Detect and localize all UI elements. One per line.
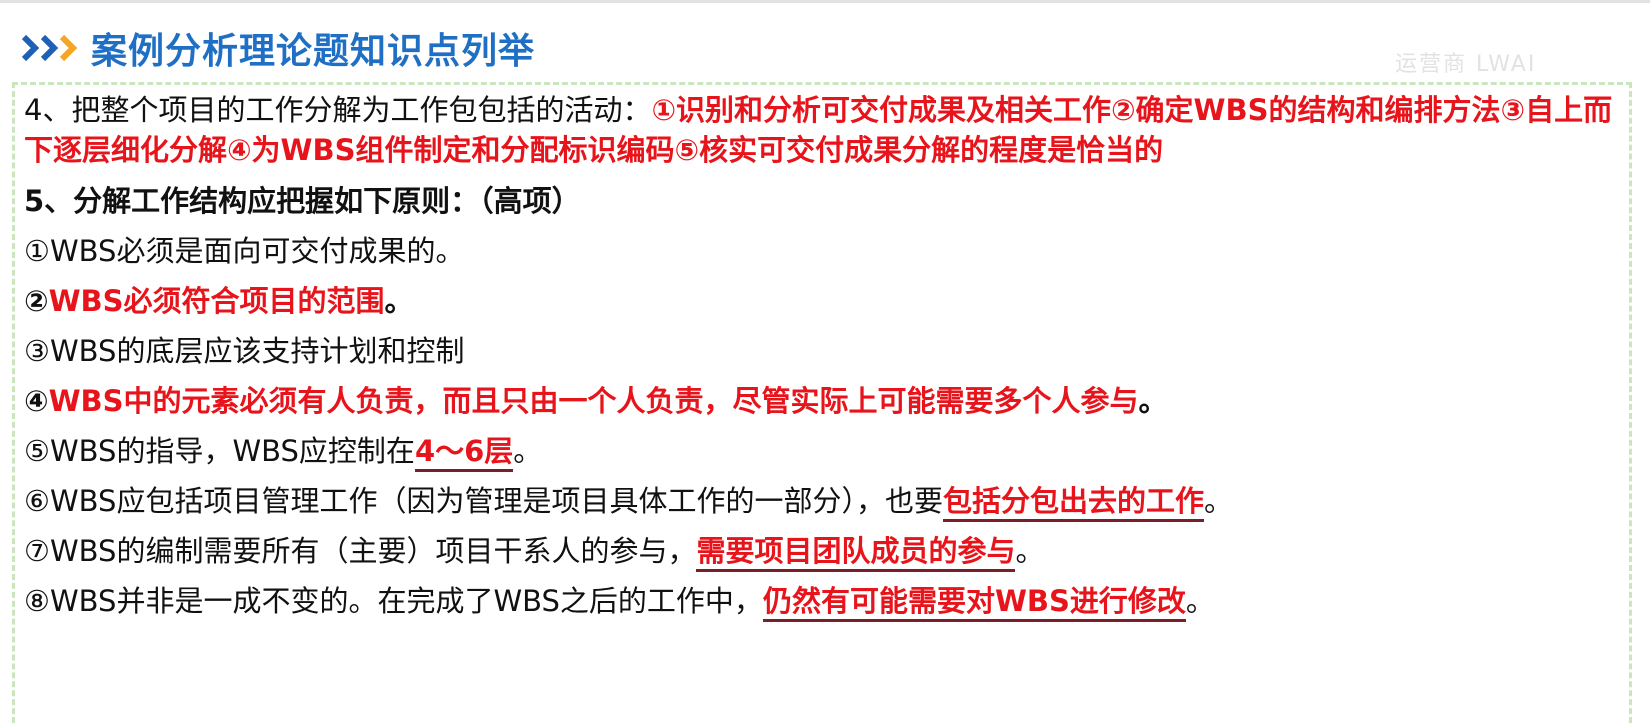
page-title: 案例分析理论题知识点列举 [91, 31, 536, 72]
principle-6-text: ⑥WBS应包括项目管理工作（因为管理是项目具体工作的一部分），也要 [24, 484, 943, 518]
slide-content: 4、把整个项目的工作分解为工作包包括的活动：①识别和分析可交付成果及相关工作②确… [24, 86, 1634, 626]
principle-8-highlight: 仍然有可能需要对WBS进行修改 [762, 584, 1186, 622]
principle-6-end: 。 [1203, 484, 1233, 518]
principle-7-end: 。 [1015, 534, 1045, 568]
principle-2-text: WBS必须符合项目的范围 [48, 284, 385, 318]
principle-6: ⑥WBS应包括项目管理工作（因为管理是项目具体工作的一部分），也要包括分包出去的… [24, 476, 1634, 526]
principle-4: ④WBS中的元素必须有人负责，而且只由一个人负责，尽管实际上可能需要多个人参与。 [24, 376, 1634, 426]
principle-4-end: 。 [1138, 384, 1168, 418]
principle-5: ⑤WBS的指导，WBS应控制在4～6层。 [24, 426, 1634, 476]
principle-6-highlight: 包括分包出去的工作 [942, 484, 1204, 522]
principle-3: ③WBS的底层应该支持计划和控制 [24, 326, 1634, 376]
principle-1: ①WBS必须是面向可交付成果的。 [24, 226, 1634, 276]
principle-4-text: WBS中的元素必须有人负责，而且只由一个人负责，尽管实际上可能需要多个人参与 [48, 384, 1139, 418]
principle-7-highlight: 需要项目团队成员的参与 [696, 534, 1016, 572]
principle-8: ⑧WBS并非是一成不变的。在完成了WBS之后的工作中，仍然有可能需要对WBS进行… [24, 576, 1634, 626]
principle-2-end: 。 [384, 284, 414, 318]
top-border-line [0, 0, 1650, 3]
principle-5-text: ⑤WBS的指导，WBS应控制在 [24, 434, 415, 468]
principle-2: ②WBS必须符合项目的范围。 [24, 276, 1634, 326]
chevron-arrows-icon [20, 34, 78, 62]
principle-7-text: ⑦WBS的编制需要所有（主要）项目干系人的参与， [24, 534, 697, 568]
principle-3-text: ③WBS的底层应该支持计划和控制 [24, 334, 465, 368]
principle-7: ⑦WBS的编制需要所有（主要）项目干系人的参与，需要项目团队成员的参与。 [24, 526, 1634, 576]
principle-5-end: 。 [513, 434, 543, 468]
principle-8-end: 。 [1185, 584, 1215, 618]
item-4-prefix: 4、把整个项目的工作分解为工作包包括的活动： [24, 93, 652, 127]
watermark-text: 运营商 LWAI [1395, 52, 1537, 77]
principle-5-highlight: 4～6层 [414, 434, 514, 472]
slide-header: 案例分析理论题知识点列举 [20, 20, 535, 76]
item-4-paragraph: 4、把整个项目的工作分解为工作包包括的活动：①识别和分析可交付成果及相关工作②确… [24, 90, 1634, 170]
principle-2-number: ② [24, 284, 49, 318]
item-5-heading: 5、分解工作结构应把握如下原则：（高项） [24, 184, 581, 218]
principle-8-text: ⑧WBS并非是一成不变的。在完成了WBS之后的工作中， [24, 584, 763, 618]
chevron-right-icon [59, 34, 78, 62]
principle-1-text: ①WBS必须是面向可交付成果的。 [24, 234, 465, 268]
principle-4-number: ④ [24, 384, 49, 418]
